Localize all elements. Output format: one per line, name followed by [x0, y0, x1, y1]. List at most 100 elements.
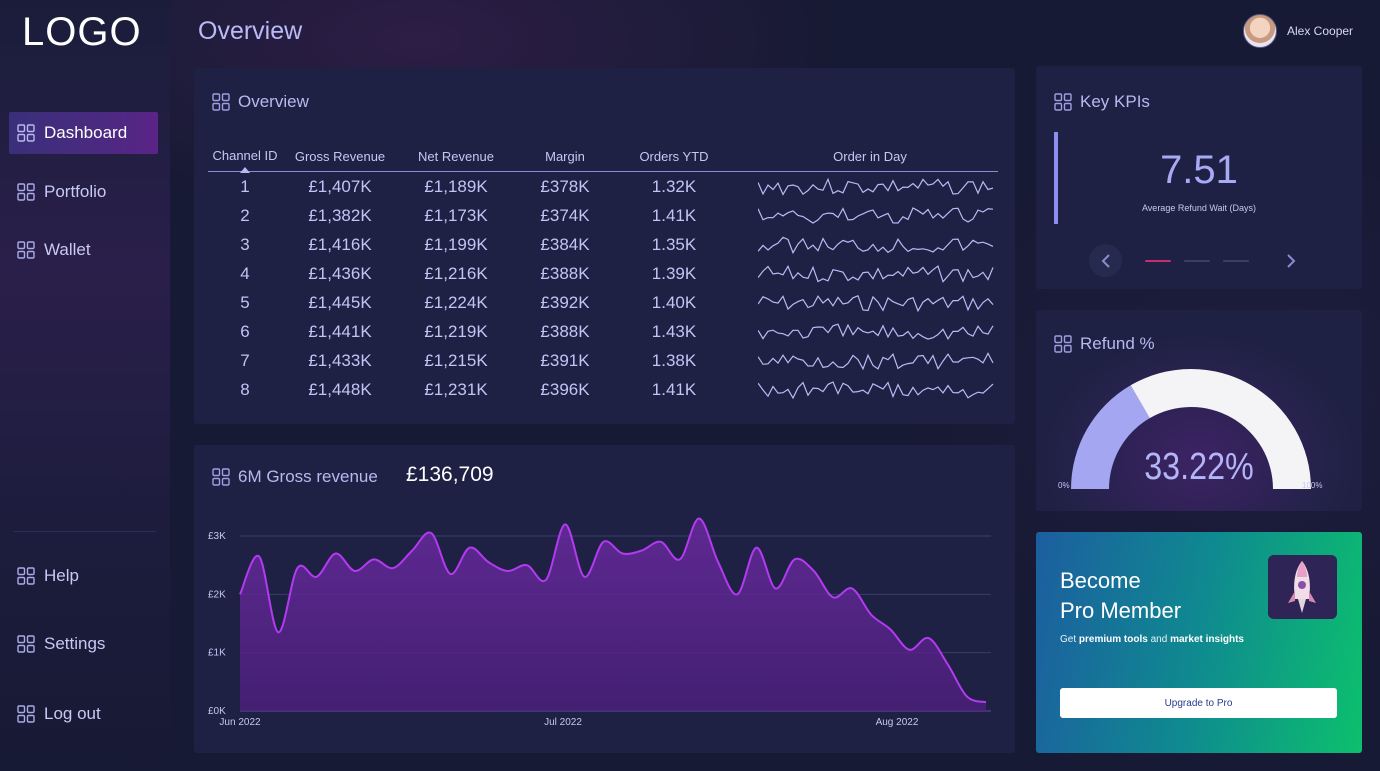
sidebar-item-label: Log out	[44, 704, 101, 723]
cell-order-in-day	[732, 349, 998, 373]
table-row[interactable]: 8 £1,448K £1,231K £396K 1.41K	[208, 375, 998, 404]
column-header-margin[interactable]: Margin	[514, 149, 616, 164]
revenue-card: 6M Gross revenue £136,709 £0K £1K £2K £3K Ju…	[194, 445, 1015, 753]
sidebar: LOGO Dashboard Portfolio Wallet Help Set…	[0, 0, 170, 771]
table-row[interactable]: 6 £1,441K £1,219K £388K 1.43K	[208, 317, 998, 346]
sparkline	[758, 177, 994, 196]
cell-gross-revenue: £1,416K	[308, 234, 372, 254]
sparkline	[758, 264, 994, 283]
sidebar-item-dashboard[interactable]: Dashboard	[9, 112, 158, 154]
cell-net-revenue: £1,215K	[424, 350, 488, 370]
area-fill	[240, 518, 986, 711]
sidebar-item-label: Dashboard	[44, 123, 128, 142]
rocket-icon	[1268, 555, 1337, 619]
cell-margin: £378K	[540, 176, 590, 196]
sidebar-item-logout[interactable]: Log out	[9, 693, 158, 735]
sort-ascending-icon	[240, 167, 250, 173]
upgrade-button[interactable]: Upgrade to Pro	[1060, 688, 1337, 718]
promo-sub-prefix: Get	[1060, 634, 1077, 645]
revenue-area-chart: £0K £1K £2K £3K Jun 2022 Jul 2022 Aug 2022	[208, 517, 991, 728]
cell-net-revenue: £1,173K	[424, 205, 488, 225]
sidebar-item-label: Settings	[44, 634, 106, 653]
column-header-net-revenue[interactable]: Net Revenue	[398, 149, 514, 164]
chevron-left-icon	[1101, 253, 1110, 268]
cell-channel-id: 1	[240, 176, 250, 196]
cell-order-in-day	[732, 175, 998, 199]
table-row[interactable]: 7 £1,433K £1,215K £391K 1.38K	[208, 346, 998, 375]
cell-channel-id: 8	[240, 379, 250, 399]
user-menu[interactable]: Alex Cooper	[1243, 14, 1353, 48]
x-tick-label: Jul 2022	[544, 717, 582, 728]
carousel-dot[interactable]	[1184, 260, 1210, 262]
cell-gross-revenue: £1,441K	[308, 321, 372, 341]
promo-title: Become Pro Member	[1060, 566, 1240, 626]
cell-gross-revenue: £1,436K	[308, 263, 372, 283]
cell-gross-revenue: £1,448K	[308, 379, 372, 399]
cell-net-revenue: £1,199K	[424, 234, 488, 254]
sidebar-item-label: Portfolio	[44, 182, 107, 201]
user-name: Alex Cooper	[1287, 24, 1354, 38]
kpi-title-text: Key KPIs	[1080, 92, 1150, 111]
sidebar-item-label: Wallet	[44, 240, 91, 259]
x-tick-label: Jun 2022	[219, 717, 261, 728]
logout-grid-icon	[17, 705, 35, 723]
sparkline	[758, 206, 994, 224]
cell-net-revenue: £1,216K	[424, 263, 488, 283]
y-tick-label: £3K	[208, 531, 226, 542]
cell-orders-ytd: 1.35K	[651, 234, 697, 254]
page-title: Overview	[198, 17, 303, 45]
promo-card: Become Pro Member Get premium tools and …	[1036, 532, 1362, 753]
help-grid-icon	[17, 567, 35, 585]
sidebar-divider	[14, 531, 156, 532]
table-row[interactable]: 3 £1,416K £1,199K £384K 1.35K	[208, 230, 998, 259]
sidebar-item-portfolio[interactable]: Portfolio	[9, 171, 158, 213]
column-header-orders-ytd[interactable]: Orders YTD	[616, 149, 732, 164]
table-row[interactable]: 4 £1,436K £1,216K £388K 1.39K	[208, 259, 998, 288]
gauge-min-label: 0%	[1058, 481, 1070, 490]
cell-gross-revenue: £1,382K	[308, 205, 372, 225]
cell-net-revenue: £1,224K	[424, 292, 488, 312]
kpi-card: Key KPIs 7.51 Average Refund Wait (Days)	[1036, 66, 1362, 289]
cell-margin: £391K	[540, 350, 590, 370]
promo-sub-bold1: premium tools	[1078, 634, 1148, 645]
cell-net-revenue: £1,189K	[424, 176, 488, 196]
carousel-dot[interactable]	[1223, 260, 1249, 262]
carousel-prev-button[interactable]	[1089, 244, 1122, 277]
column-header-order-in-day[interactable]: Order in Day	[732, 149, 998, 164]
kpi-label: Average Refund Wait (Days)	[1141, 203, 1257, 213]
cell-channel-id: 4	[240, 263, 250, 283]
y-tick-label: £0K	[208, 706, 226, 717]
kpi-card-title: Key KPIs	[1054, 92, 1150, 112]
avatar[interactable]	[1243, 14, 1277, 48]
cell-order-in-day	[732, 262, 998, 286]
table-row[interactable]: 2 £1,382K £1,173K £374K 1.41K	[208, 201, 998, 230]
sparkline	[758, 322, 994, 340]
cell-orders-ytd: 1.41K	[651, 205, 697, 225]
overview-card: Overview Channel ID Gross Revenue Net Re…	[194, 68, 1015, 424]
carousel-dot-active[interactable]	[1145, 260, 1171, 262]
column-header-gross-revenue[interactable]: Gross Revenue	[282, 149, 398, 164]
portfolio-grid-icon	[17, 183, 35, 201]
promo-title-line1: Become	[1060, 568, 1141, 593]
cell-order-in-day	[732, 320, 998, 344]
rocket-illustration	[1268, 555, 1337, 619]
x-tick-label: Aug 2022	[876, 717, 919, 728]
column-header-channel-id[interactable]: Channel ID	[208, 148, 282, 173]
cell-gross-revenue: £1,407K	[308, 176, 372, 196]
cell-gross-revenue: £1,445K	[308, 292, 372, 312]
sidebar-item-label: Help	[44, 566, 79, 585]
carousel-next-button[interactable]	[1274, 244, 1307, 277]
sparkline	[758, 294, 994, 312]
overview-card-title: Overview	[212, 92, 309, 112]
cell-orders-ytd: 1.39K	[651, 263, 697, 283]
table-row[interactable]: 1 £1,407K £1,189K £378K 1.32K	[208, 172, 998, 201]
table-header: Channel ID Gross Revenue Net Revenue Mar…	[208, 142, 998, 173]
cell-margin: £388K	[540, 321, 590, 341]
sidebar-item-settings[interactable]: Settings	[9, 623, 158, 665]
kpi-grid-icon	[1054, 93, 1072, 111]
table-row[interactable]: 5 £1,445K £1,224K £392K 1.40K	[208, 288, 998, 317]
sidebar-item-help[interactable]: Help	[9, 555, 158, 597]
sidebar-item-wallet[interactable]: Wallet	[9, 229, 158, 271]
cell-net-revenue: £1,219K	[424, 321, 488, 341]
kpi-value: 7.51	[1160, 148, 1238, 192]
